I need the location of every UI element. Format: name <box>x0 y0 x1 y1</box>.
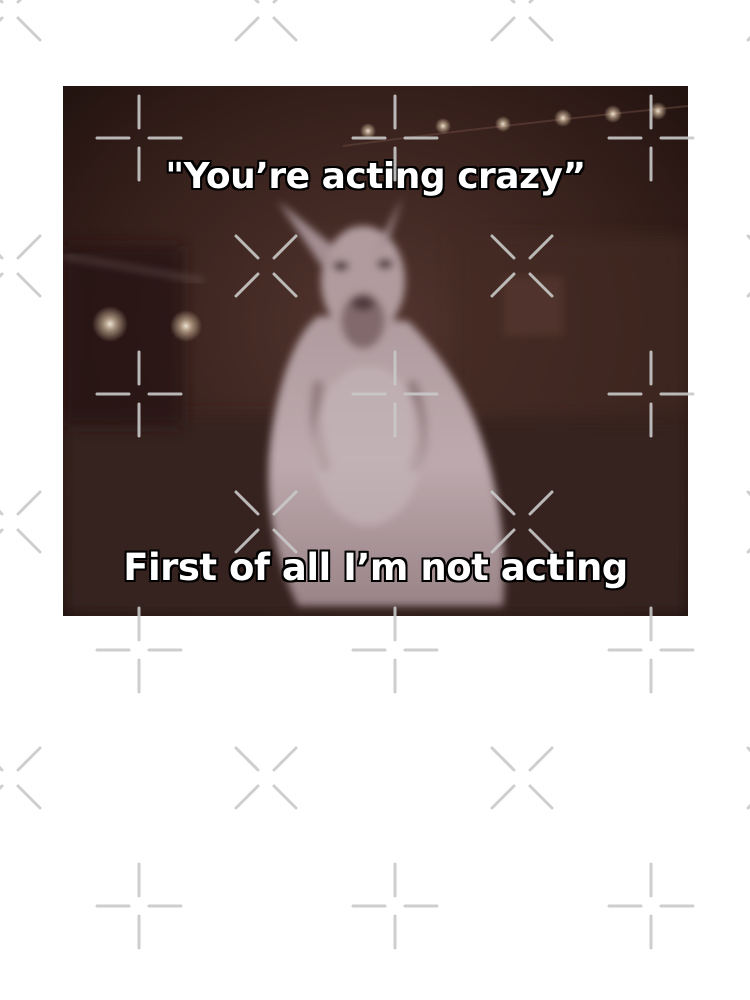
plus-mark-icon <box>351 862 439 950</box>
x-mark-icon <box>490 746 554 810</box>
meme-top-caption: "You’re acting crazy” <box>165 156 586 197</box>
plus-mark-icon <box>95 606 183 694</box>
x-mark-icon <box>0 234 42 298</box>
plus-mark-icon <box>607 862 695 950</box>
x-mark-icon <box>234 0 298 42</box>
meme-bottom-caption: First of all I’m not acting <box>123 546 628 589</box>
x-mark-icon <box>0 0 42 42</box>
plus-mark-icon <box>351 606 439 694</box>
meme-image: "You’re acting crazy” First of all I’m n… <box>63 86 688 616</box>
x-mark-icon <box>0 490 42 554</box>
plus-mark-icon <box>95 862 183 950</box>
plus-mark-icon <box>607 606 695 694</box>
page: "You’re acting crazy” First of all I’m n… <box>0 0 750 1000</box>
x-mark-icon <box>490 0 554 42</box>
x-mark-icon <box>234 746 298 810</box>
x-mark-icon <box>0 746 42 810</box>
